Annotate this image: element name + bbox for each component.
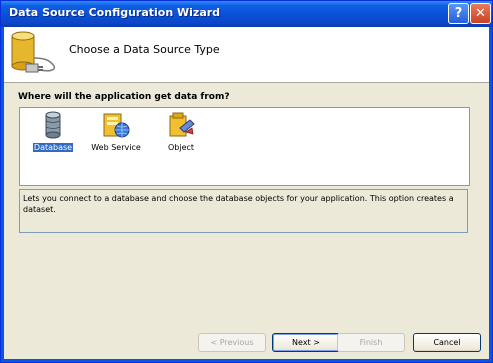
data-source-type-web-service[interactable]: Web Service: [88, 110, 144, 180]
data-source-type-database[interactable]: Database: [25, 110, 81, 180]
object-icon: [169, 112, 195, 137]
cancel-button[interactable]: Cancel: [413, 333, 481, 352]
database-icon: [45, 111, 61, 139]
wizard-window: Data Source Configuration Wizard ? ✕ Cho…: [0, 0, 493, 363]
help-button[interactable]: ?: [448, 3, 469, 24]
data-source-type-object[interactable]: Object: [153, 110, 209, 180]
page-title: Choose a Data Source Type: [69, 43, 220, 56]
wizard-body: Choose a Data Source Type Where will the…: [4, 27, 489, 359]
window-title: Data Source Configuration Wizard: [9, 6, 221, 19]
description-text: Lets you connect to a database and choos…: [19, 189, 468, 233]
close-button[interactable]: ✕: [470, 3, 491, 24]
title-bar[interactable]: Data Source Configuration Wizard ? ✕: [1, 1, 492, 27]
data-source-icon: [11, 31, 56, 73]
data-source-type-label: Web Service: [91, 143, 141, 152]
web-service-icon: [103, 113, 130, 138]
data-source-type-list: Database Web Service Object: [19, 107, 470, 186]
data-source-type-label: Database: [31, 142, 75, 153]
data-source-type-label: Object: [167, 143, 195, 152]
next-button[interactable]: Next >: [272, 333, 340, 352]
prompt-label: Where will the application get data from…: [18, 92, 230, 102]
wizard-header: Choose a Data Source Type: [4, 27, 489, 83]
finish-button[interactable]: Finish: [337, 333, 405, 352]
previous-button[interactable]: < Previous: [198, 333, 266, 352]
